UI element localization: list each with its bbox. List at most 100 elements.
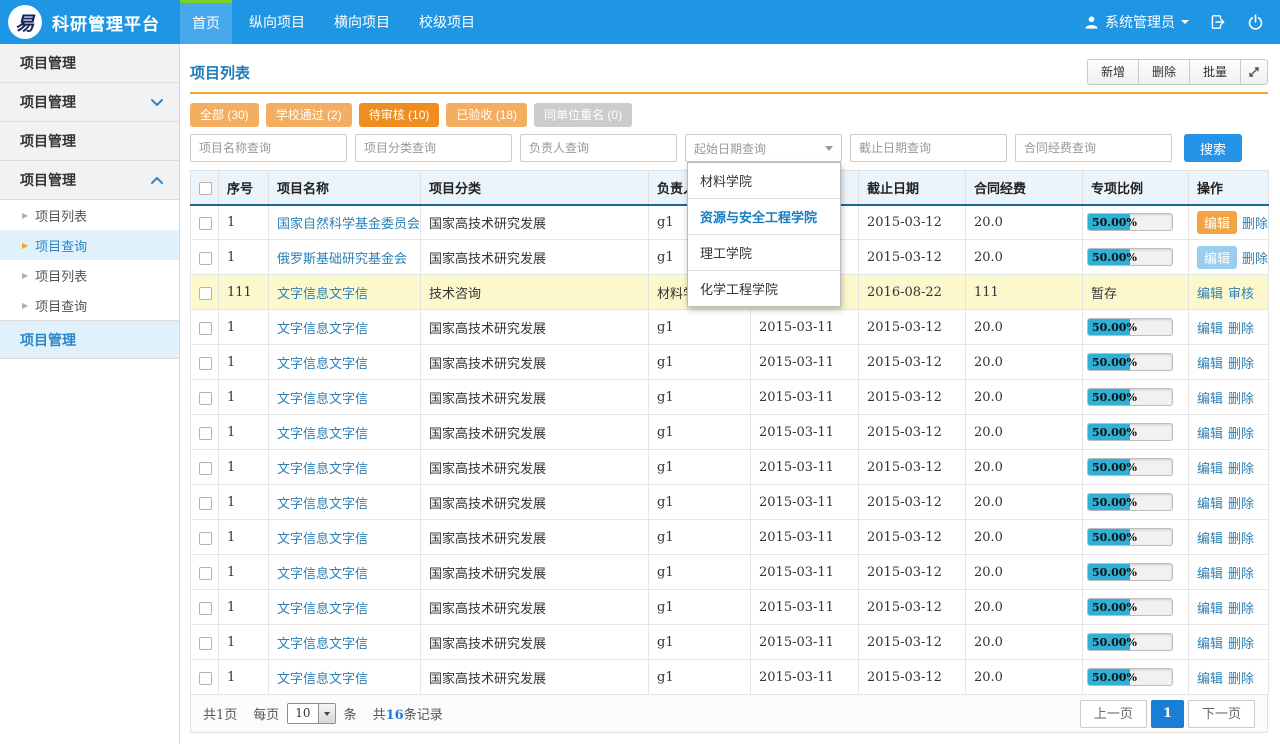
project-name-link[interactable]: 文字信息文字信 — [277, 671, 368, 686]
filter-tag-2[interactable]: 待审核 (10) — [359, 103, 440, 127]
sidebar-item-6[interactable]: ▶项目列表 — [0, 260, 179, 290]
nav-tab-1[interactable]: 纵向项目 — [237, 0, 317, 44]
row-checkbox[interactable] — [199, 637, 212, 650]
search-input-leader[interactable] — [520, 134, 677, 162]
project-name-link[interactable]: 文字信息文字信 — [277, 321, 368, 336]
delete-action[interactable]: 删除 — [1228, 461, 1254, 476]
sidebar-item-2[interactable]: 项目管理 — [0, 122, 179, 161]
row-checkbox[interactable] — [199, 357, 212, 370]
dropdown-item-0[interactable]: 材料学院 — [688, 163, 840, 198]
delete-action[interactable]: 删除 — [1228, 426, 1254, 441]
edit-action[interactable]: 编辑 — [1197, 496, 1223, 511]
search-input-end-date[interactable] — [850, 134, 1007, 162]
row-checkbox[interactable] — [199, 322, 212, 335]
project-name-link[interactable]: 国家自然科学基金委员会 — [277, 216, 420, 231]
row-checkbox[interactable] — [199, 532, 212, 545]
current-page-button[interactable]: 1 — [1151, 700, 1184, 728]
search-select-start-date[interactable]: 起始日期查询 — [685, 134, 842, 162]
edit-action[interactable]: 编辑 — [1197, 211, 1237, 234]
delete-action[interactable]: 删除 — [1242, 216, 1268, 231]
sidebar-item-1[interactable]: 项目管理 — [0, 83, 179, 122]
delete-action[interactable]: 删除 — [1228, 531, 1254, 546]
page-size-select[interactable]: 10 — [287, 703, 335, 724]
filter-tag-1[interactable]: 学校通过 (2) — [266, 103, 352, 127]
dropdown-item-3[interactable]: 化学工程学院 — [688, 270, 840, 306]
delete-action[interactable]: 删除 — [1228, 321, 1254, 336]
dropdown-item-2[interactable]: 理工学院 — [688, 234, 840, 270]
project-name-link[interactable]: 文字信息文字信 — [277, 636, 368, 651]
project-name-link[interactable]: 文字信息文字信 — [277, 426, 368, 441]
project-name-link[interactable]: 文字信息文字信 — [277, 496, 368, 511]
project-name-link[interactable]: 文字信息文字信 — [277, 356, 368, 371]
cell-name: 文字信息文字信 — [269, 555, 421, 590]
delete-action[interactable]: 删除 — [1228, 671, 1254, 686]
project-name-link[interactable]: 俄罗斯基础研究基金会 — [277, 251, 407, 266]
row-checkbox[interactable] — [199, 287, 212, 300]
edit-action[interactable]: 编辑 — [1197, 601, 1223, 616]
row-checkbox[interactable] — [199, 427, 212, 440]
power-icon[interactable] — [1247, 14, 1264, 31]
user-menu[interactable]: 系统管理员 — [1084, 12, 1189, 32]
delete-action[interactable]: 删除 — [1228, 636, 1254, 651]
edit-action[interactable]: 编辑 — [1197, 636, 1223, 651]
row-checkbox[interactable] — [199, 217, 212, 230]
expand-icon-button[interactable] — [1240, 59, 1268, 85]
logout-icon[interactable] — [1209, 13, 1227, 31]
search-button[interactable]: 搜索 — [1184, 134, 1242, 162]
search-input-project-name[interactable] — [190, 134, 347, 162]
edit-action[interactable]: 编辑 — [1197, 531, 1223, 546]
nav-tab-0[interactable]: 首页 — [180, 0, 232, 44]
audit-action[interactable]: 审核 — [1228, 286, 1254, 301]
row-checkbox[interactable] — [199, 567, 212, 580]
delete-action[interactable]: 删除 — [1228, 496, 1254, 511]
progress-label: 50.00% — [1092, 669, 1137, 686]
row-checkbox[interactable] — [199, 252, 212, 265]
row-checkbox[interactable] — [199, 602, 212, 615]
row-checkbox[interactable] — [199, 672, 212, 685]
search-input-budget[interactable] — [1015, 134, 1172, 162]
sidebar-item-5[interactable]: ▶项目查询 — [0, 230, 179, 260]
prev-page-button[interactable]: 上一页 — [1080, 700, 1147, 728]
edit-action[interactable]: 编辑 — [1197, 286, 1223, 301]
search-input-project-category[interactable] — [355, 134, 512, 162]
delete-action[interactable]: 删除 — [1228, 391, 1254, 406]
sidebar-item-3[interactable]: 项目管理 — [0, 161, 179, 200]
row-checkbox[interactable] — [199, 392, 212, 405]
next-page-button[interactable]: 下一页 — [1188, 700, 1255, 728]
delete-action[interactable]: 删除 — [1228, 566, 1254, 581]
project-name-link[interactable]: 文字信息文字信 — [277, 391, 368, 406]
project-name-link[interactable]: 文字信息文字信 — [277, 461, 368, 476]
cell-category: 国家高技术研究发展 — [421, 240, 649, 275]
project-name-link[interactable]: 文字信息文字信 — [277, 601, 368, 616]
select-all-checkbox[interactable] — [199, 182, 212, 195]
edit-action[interactable]: 编辑 — [1197, 426, 1223, 441]
edit-action[interactable]: 编辑 — [1197, 566, 1223, 581]
edit-action[interactable]: 编辑 — [1197, 391, 1223, 406]
edit-action[interactable]: 编辑 — [1197, 356, 1223, 371]
dropdown-item-1[interactable]: 资源与安全工程学院 — [688, 198, 840, 234]
edit-action[interactable]: 编辑 — [1197, 461, 1223, 476]
row-checkbox[interactable] — [199, 462, 212, 475]
edit-action[interactable]: 编辑 — [1197, 246, 1237, 269]
project-name-link[interactable]: 文字信息文字信 — [277, 566, 368, 581]
delete-action[interactable]: 删除 — [1228, 356, 1254, 371]
sidebar-item-8[interactable]: 项目管理 — [0, 320, 179, 359]
delete-action[interactable]: 删除 — [1228, 601, 1254, 616]
edit-action[interactable]: 编辑 — [1197, 671, 1223, 686]
sidebar-item-7[interactable]: ▶项目查询 — [0, 290, 179, 320]
project-name-link[interactable]: 文字信息文字信 — [277, 286, 368, 301]
batch-button[interactable]: 批量 — [1189, 59, 1241, 85]
sidebar-item-0[interactable]: 项目管理 — [0, 44, 179, 83]
delete-button[interactable]: 删除 — [1138, 59, 1190, 85]
row-checkbox[interactable] — [199, 497, 212, 510]
project-name-link[interactable]: 文字信息文字信 — [277, 531, 368, 546]
delete-action[interactable]: 删除 — [1242, 251, 1268, 266]
col-header-1: 项目名称 — [269, 171, 421, 205]
filter-tag-3[interactable]: 已验收 (18) — [446, 103, 527, 127]
edit-action[interactable]: 编辑 — [1197, 321, 1223, 336]
nav-tab-3[interactable]: 校级项目 — [407, 0, 487, 44]
sidebar-item-4[interactable]: ▶项目列表 — [0, 200, 179, 230]
nav-tab-2[interactable]: 横向项目 — [322, 0, 402, 44]
add-button[interactable]: 新增 — [1087, 59, 1139, 85]
filter-tag-0[interactable]: 全部 (30) — [190, 103, 259, 127]
